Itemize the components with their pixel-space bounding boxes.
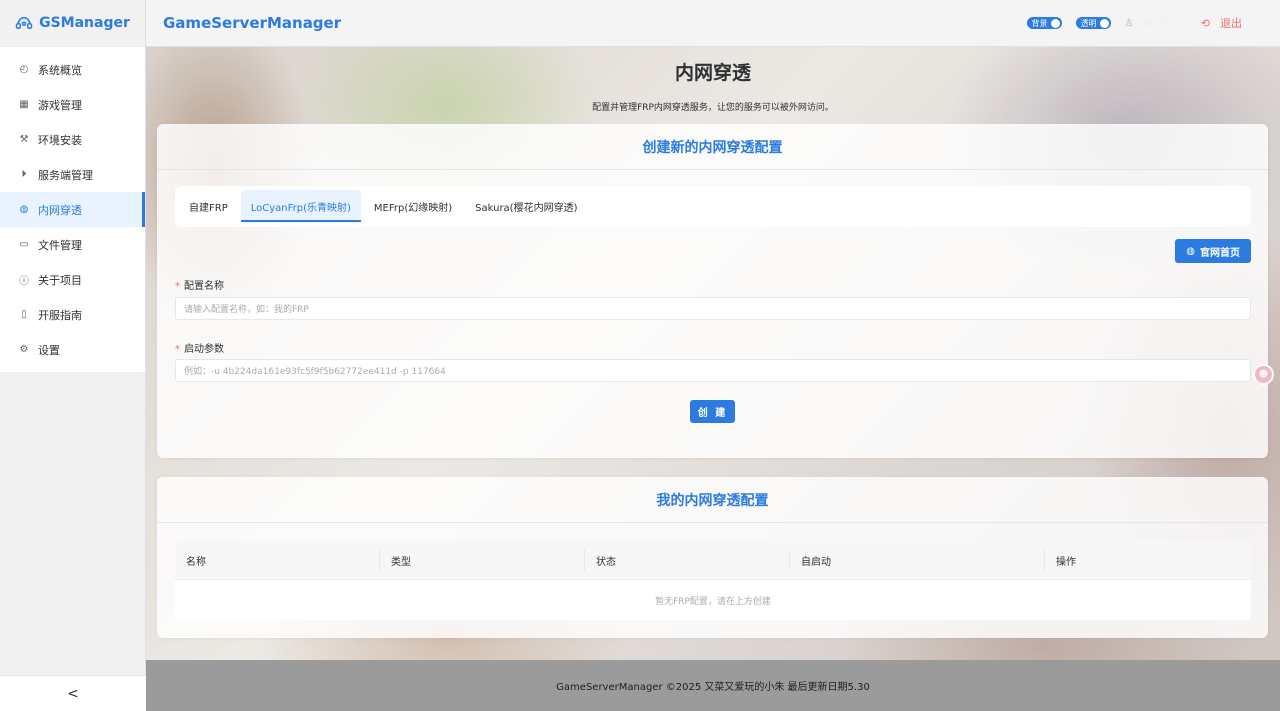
globe-icon: ◍: [19, 204, 29, 215]
tab-self-hosted-frp[interactable]: 自建FRP: [179, 190, 238, 223]
sidebar-item-servers[interactable]: ⏵ 服务端管理: [0, 157, 145, 192]
button-label: 官网首页: [1200, 247, 1240, 259]
column-header: 名称: [175, 550, 380, 570]
page-subtitle: 配置并管理FRP内网穿透服务，让您的服务可以被外网访问。: [592, 103, 834, 113]
column-header: 类型: [380, 550, 585, 570]
folder-icon: ▭: [19, 239, 29, 250]
sidebar-item-overview[interactable]: ◴ 系统概览: [0, 52, 145, 87]
sidebar-item-label: 开服指南: [38, 308, 82, 322]
sidebar-item-label: 服务端管理: [38, 168, 93, 182]
toggle-knob: [1050, 18, 1060, 28]
frp-config-list-card: 我的内网穿透配置 名称 类型 状态 自启动 操作 暂无FRP配置，请在上方创建: [157, 477, 1268, 638]
tab-sakura[interactable]: Sakura(樱花内网穿透): [465, 190, 587, 223]
sidebar-item-label: 系统概览: [38, 63, 82, 77]
chevron-left-icon: <: [67, 685, 79, 702]
column-header: 操作: [1056, 556, 1076, 568]
column-header: 状态: [585, 550, 790, 570]
required-mark: *: [175, 344, 180, 355]
toggle-label: 背景: [1031, 18, 1048, 28]
sidebar-item-files[interactable]: ▭ 文件管理: [0, 227, 145, 262]
config-name-input[interactable]: 请输入配置名称，如：我的FRP: [175, 297, 1251, 320]
info-icon: ⓘ: [19, 276, 29, 287]
sidebar-item-label: 游戏管理: [38, 98, 82, 112]
sidebar-menu: ◴ 系统概览 ▦ 游戏管理 ⚒ 环境安装 ⏵ 服务端管理 ◍ 内网穿透 ▭ 文件…: [0, 47, 145, 372]
card-title: 创建新的内网穿透配置: [157, 124, 1268, 170]
page-title: 内网穿透: [674, 62, 751, 84]
gear-icon: ⚙: [19, 344, 29, 355]
column-header: 自启动: [790, 550, 1045, 570]
user-menu[interactable]: ♙ panda: [1125, 18, 1173, 29]
toggle-label: 透明: [1080, 18, 1097, 28]
launch-args-label: * 启动参数: [175, 340, 224, 355]
logo-icon: [15, 16, 33, 29]
sidebar: GSManager ◴ 系统概览 ▦ 游戏管理 ⚒ 环境安装 ⏵ 服务端管理 ◍…: [0, 0, 146, 711]
launch-args-input[interactable]: 例如：-u 4b224da161e93fc5f9f5b62772ee411d -…: [175, 359, 1251, 382]
app-logo[interactable]: GSManager: [0, 0, 145, 47]
play-circle-icon: ⏵: [21, 169, 27, 180]
sidebar-item-label: 设置: [38, 343, 60, 357]
transparency-toggle[interactable]: 透明: [1075, 17, 1111, 29]
input-placeholder: 例如：-u 4b224da161e93fc5f9f5b62772ee411d -…: [184, 367, 446, 377]
frp-provider-tabs: 自建FRP LoCyanFrp(乐青映射) MEFrp(幻缘映射) Sakura…: [175, 186, 1251, 227]
header-actions: 背景 透明 ♙ panda ⟲ 退出: [1026, 15, 1242, 31]
sidebar-item-label: 文件管理: [38, 238, 82, 252]
label-text: 配置名称: [184, 281, 224, 292]
globe-icon: ◍: [1186, 245, 1195, 257]
logout-label: 退出: [1220, 17, 1242, 30]
create-button[interactable]: 创 建: [690, 400, 735, 423]
user-icon: ♙: [1124, 17, 1134, 29]
logout-button[interactable]: ⟲ 退出: [1201, 15, 1242, 31]
official-site-button[interactable]: ◍ 官网首页: [1175, 239, 1251, 263]
sidebar-item-label: 环境安装: [38, 133, 82, 147]
sidebar-item-about[interactable]: ⓘ 关于项目: [0, 262, 145, 297]
collapse-sidebar-button[interactable]: <: [0, 675, 146, 711]
sidebar-item-guide[interactable]: ▯ 开服指南: [0, 297, 145, 332]
floating-assistant-icon[interactable]: ☻: [1253, 364, 1274, 385]
config-name-label: * 配置名称: [175, 277, 224, 292]
create-frp-card: 创建新的内网穿透配置 自建FRP LoCyanFrp(乐青映射) MEFrp(幻…: [157, 124, 1268, 458]
dashboard-icon: ◴: [19, 64, 29, 75]
table-header: 名称 类型 状态 自启动 操作: [175, 541, 1251, 580]
input-placeholder: 请输入配置名称，如：我的FRP: [184, 305, 309, 315]
sidebar-item-label: 内网穿透: [38, 203, 82, 217]
required-mark: *: [175, 281, 180, 292]
toggle-knob: [1099, 18, 1109, 28]
footer: GameServerManager ©2025 又菜又爱玩的小朱 最后更新日期5…: [146, 660, 1280, 711]
document-icon: ▯: [21, 309, 27, 320]
frp-config-table: 名称 类型 状态 自启动 操作 暂无FRP配置，请在上方创建: [175, 541, 1251, 620]
table-empty-text: 暂无FRP配置，请在上方创建: [655, 596, 771, 607]
tab-mefrp[interactable]: MEFrp(幻缘映射): [364, 190, 462, 223]
sidebar-item-label: 关于项目: [38, 273, 82, 287]
sidebar-item-environment[interactable]: ⚒ 环境安装: [0, 122, 145, 157]
wrench-icon: ⚒: [19, 134, 29, 145]
sidebar-item-frp[interactable]: ◍ 内网穿透: [0, 192, 145, 227]
sidebar-item-games[interactable]: ▦ 游戏管理: [0, 87, 145, 122]
tab-locyanfrp[interactable]: LoCyanFrp(乐青映射): [240, 190, 362, 223]
sidebar-item-settings[interactable]: ⚙ 设置: [0, 332, 145, 367]
logout-icon: ⟲: [1200, 16, 1210, 30]
background-toggle[interactable]: 背景: [1026, 17, 1062, 29]
top-header: GameServerManager 背景 透明 ♙ panda ⟲ 退出: [146, 0, 1280, 47]
username: panda: [1141, 17, 1173, 29]
grid-icon: ▦: [19, 99, 29, 110]
card-title: 我的内网穿透配置: [157, 477, 1268, 523]
label-text: 启动参数: [184, 344, 224, 355]
header-title: GameServerManager: [163, 14, 342, 32]
logo-text: GSManager: [39, 15, 130, 31]
